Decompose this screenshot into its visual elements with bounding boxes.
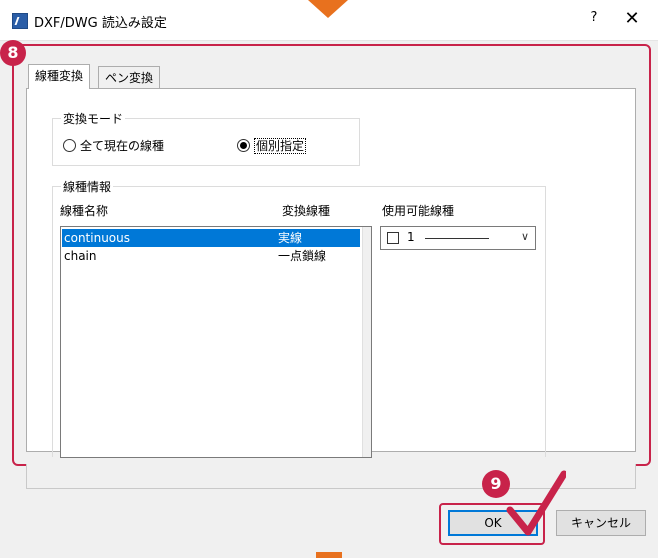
cancel-button[interactable]: キャンセル [556,510,646,536]
checkmark-icon [506,470,566,536]
tab-linetype-conversion[interactable]: 線種変換 [28,64,91,89]
highlight-frame [12,44,651,466]
app-icon [12,13,28,29]
help-button[interactable]: ? [582,10,606,30]
step-badge-8: 8 [0,40,26,66]
close-button[interactable]: ✕ [618,8,646,32]
window-title: DXF/DWG 読込み設定 [34,16,167,31]
down-arrow-icon [308,0,348,18]
bottom-marker [316,552,342,558]
